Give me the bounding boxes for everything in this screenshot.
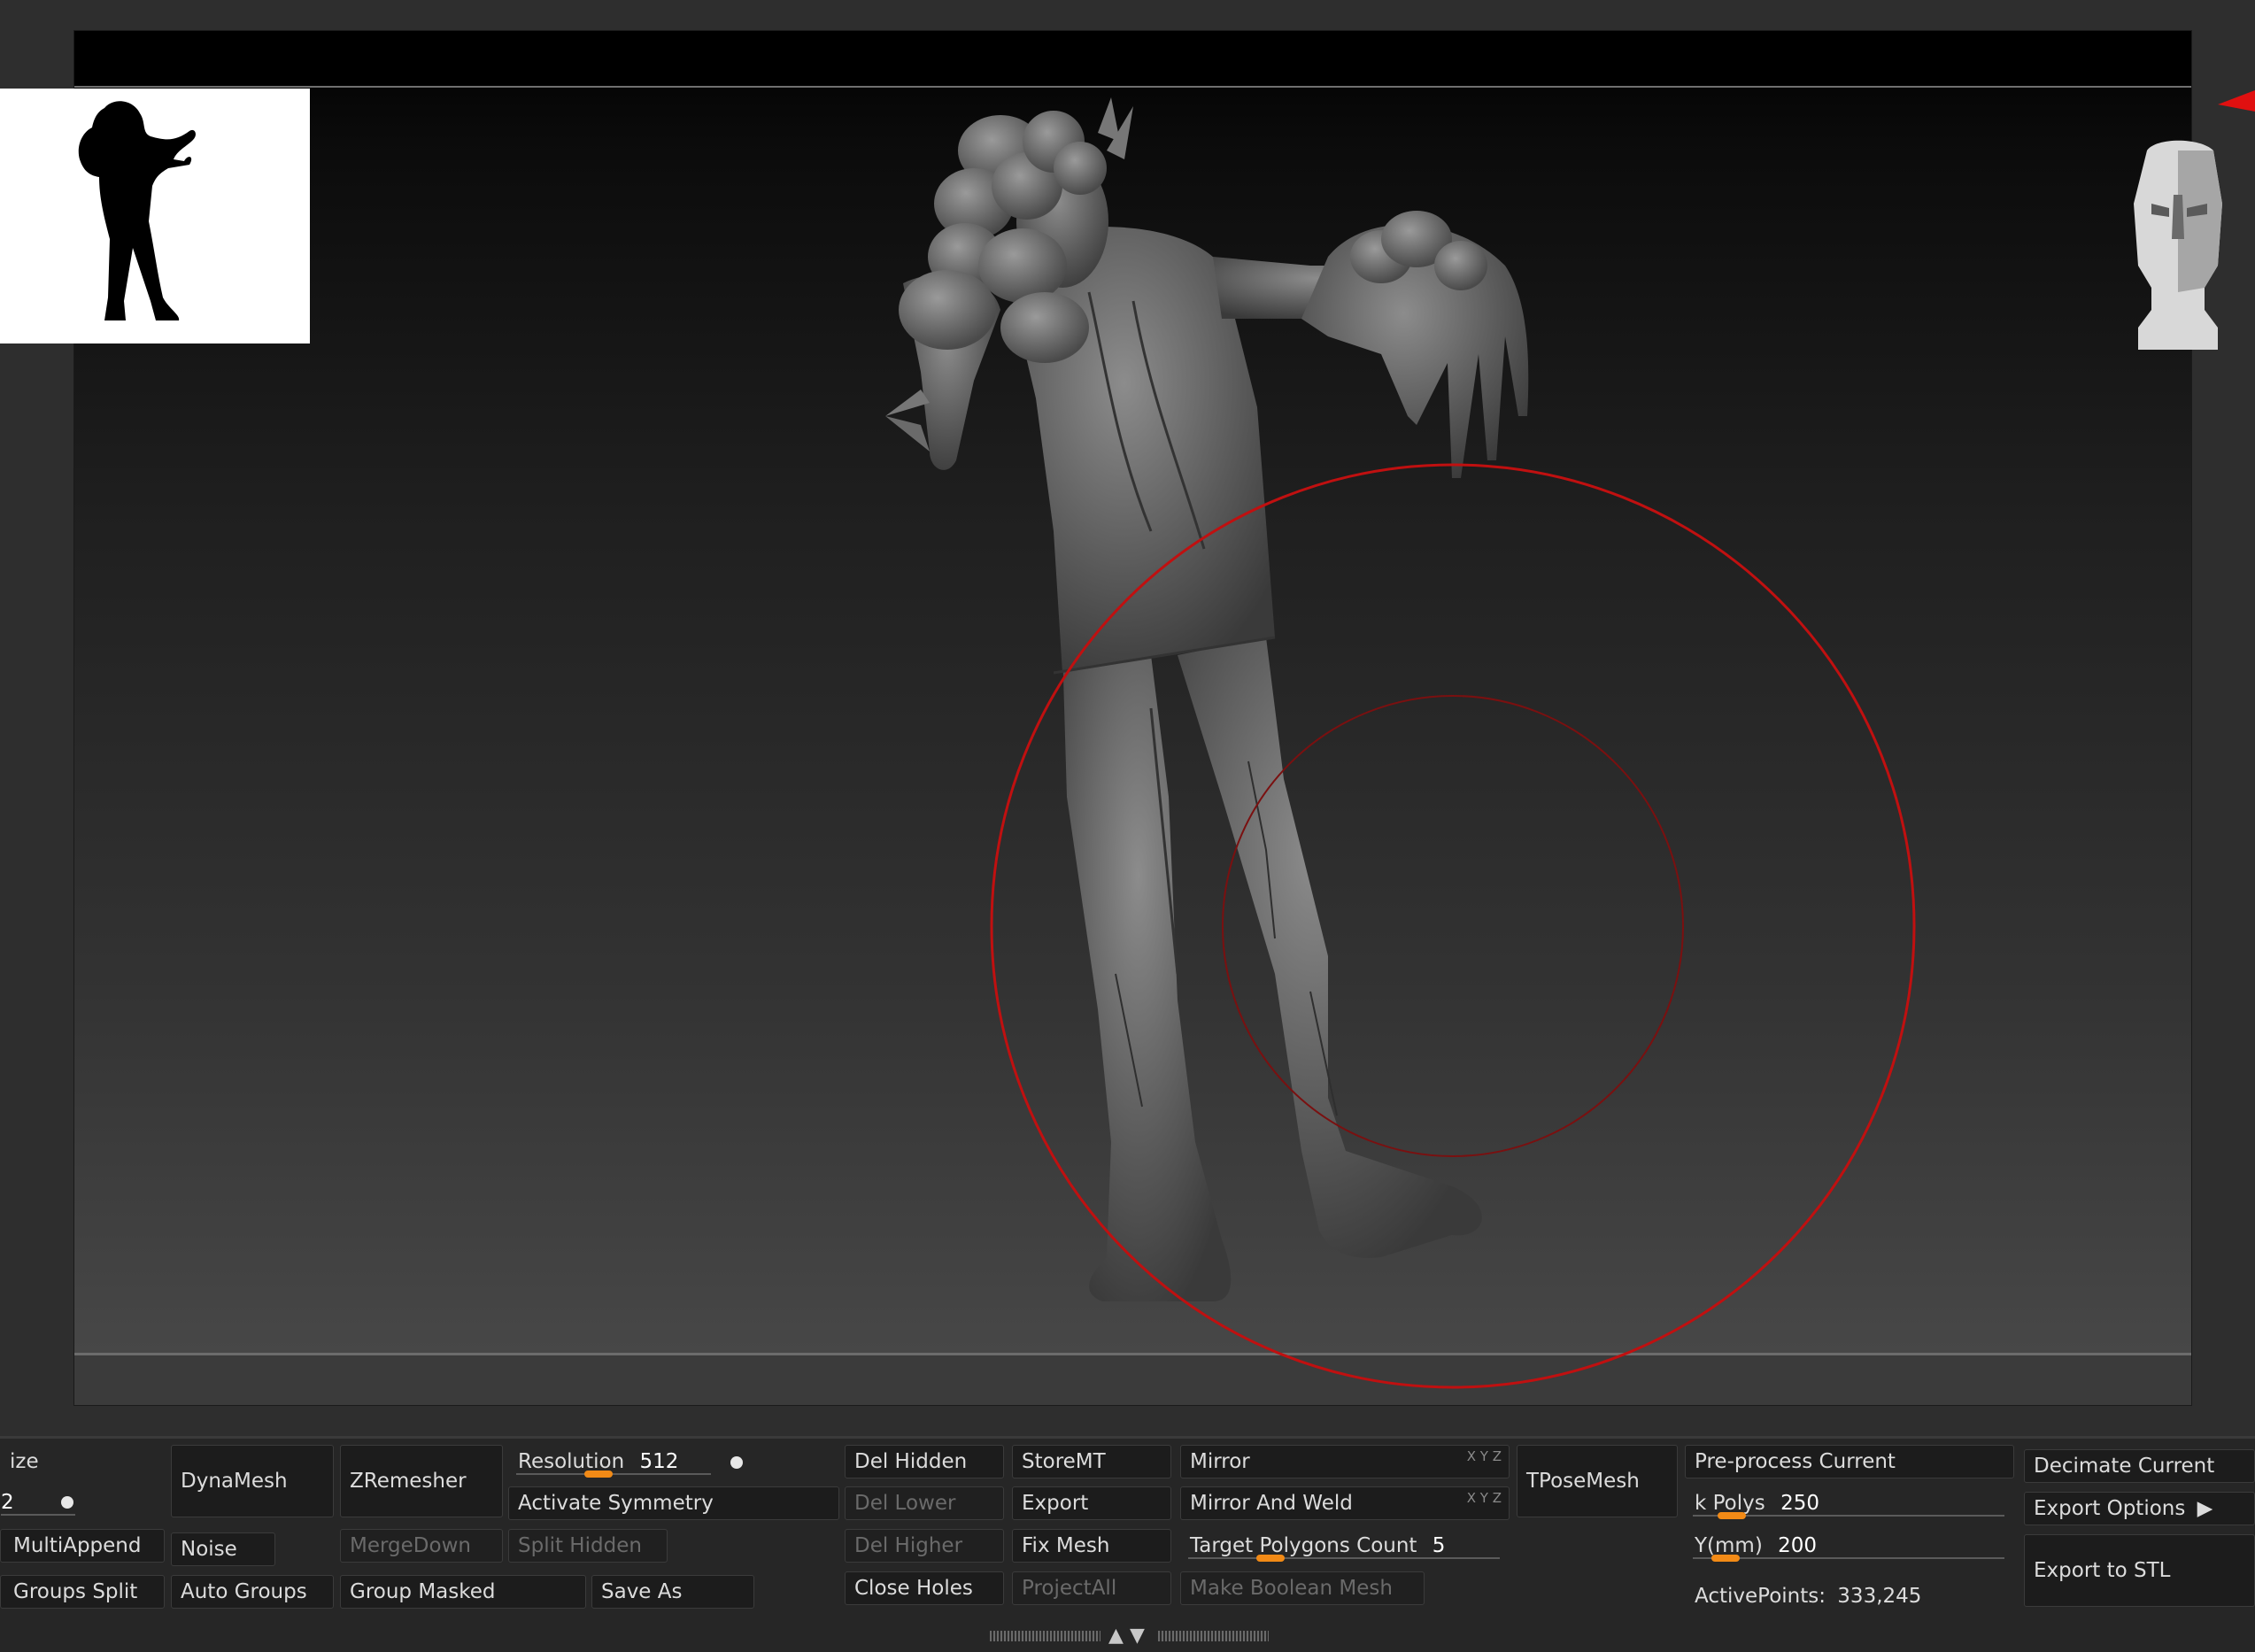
del-hidden-button[interactable]: Del Hidden xyxy=(845,1445,1004,1478)
activate-symmetry-label: Activate Symmetry xyxy=(518,1492,714,1515)
export-to-stl-button[interactable]: Export to STL xyxy=(2024,1534,2255,1607)
active-points-label: ActivePoints: xyxy=(1695,1585,1826,1608)
zombie-model[interactable] xyxy=(885,97,1529,1301)
tposemesh-button[interactable]: TPoseMesh xyxy=(1517,1445,1678,1517)
tray-up-arrow-icon[interactable]: ▲ xyxy=(1108,1626,1124,1646)
resolution-value: 512 xyxy=(639,1450,679,1473)
fix-mesh-label: Fix Mesh xyxy=(1022,1534,1110,1557)
export-options-label: Export Options xyxy=(2034,1497,2186,1520)
mergedown-label: MergeDown xyxy=(350,1534,471,1557)
save-as-button[interactable]: Save As xyxy=(591,1575,754,1609)
activate-symmetry-button[interactable]: Activate Symmetry xyxy=(508,1486,839,1520)
close-holes-button[interactable]: Close Holes xyxy=(845,1571,1004,1605)
make-boolean-mesh-button[interactable]: Make Boolean Mesh xyxy=(1180,1571,1425,1605)
multiappend-button[interactable]: MultiAppend xyxy=(0,1529,165,1563)
tray-scroll-handle[interactable]: ▲ ▼ xyxy=(990,1626,1273,1646)
target-polygons-slider[interactable]: Target Polygons Count 5 xyxy=(1180,1529,1510,1563)
close-holes-label: Close Holes xyxy=(854,1577,973,1600)
storemt-button[interactable]: StoreMT xyxy=(1012,1445,1171,1478)
mirror-button[interactable]: Mirror X Y Z xyxy=(1180,1445,1510,1478)
axis-pointer-icon xyxy=(2218,90,2255,112)
decimate-current-label: Decimate Current xyxy=(2034,1455,2215,1478)
ymm-knob[interactable] xyxy=(1711,1555,1740,1562)
resolution-slider[interactable]: Resolution 512 xyxy=(508,1445,756,1478)
resolution-dot[interactable] xyxy=(730,1456,743,1469)
tposemesh-label: TPoseMesh xyxy=(1526,1470,1640,1493)
active-points-readout: ActivePoints: 333,245 xyxy=(1685,1579,2014,1613)
del-lower-label: Del Lower xyxy=(854,1492,956,1515)
size-value-slider[interactable]: 2 xyxy=(0,1486,165,1519)
mirror-axis-icon[interactable]: X Y Z xyxy=(1467,1446,1502,1467)
export-options-button[interactable]: Export Options ▶ xyxy=(2024,1492,2255,1525)
size-slider-track xyxy=(1,1514,75,1516)
zremesher-label: ZRemesher xyxy=(350,1470,467,1493)
storemt-label: StoreMT xyxy=(1022,1450,1106,1473)
make-boolean-mesh-label: Make Boolean Mesh xyxy=(1190,1577,1393,1600)
del-hidden-label: Del Hidden xyxy=(854,1450,968,1473)
del-lower-button[interactable]: Del Lower xyxy=(845,1486,1004,1520)
del-higher-button[interactable]: Del Higher xyxy=(845,1529,1004,1563)
mirror-label: Mirror xyxy=(1190,1450,1250,1473)
resolution-slider-knob[interactable] xyxy=(584,1471,613,1478)
tray-down-arrow-icon[interactable]: ▼ xyxy=(1130,1626,1145,1646)
ymm-value: 200 xyxy=(1778,1534,1818,1557)
size-slider[interactable]: ize xyxy=(0,1445,165,1478)
resolution-slider-track xyxy=(516,1473,711,1475)
size-value: 2 xyxy=(1,1491,14,1514)
auto-groups-label: Auto Groups xyxy=(181,1580,307,1603)
target-polygons-value: 5 xyxy=(1432,1534,1446,1557)
del-higher-label: Del Higher xyxy=(854,1534,963,1557)
fix-mesh-button[interactable]: Fix Mesh xyxy=(1012,1529,1171,1563)
split-hidden-button[interactable]: Split Hidden xyxy=(508,1529,668,1563)
mergedown-button[interactable]: MergeDown xyxy=(340,1529,503,1563)
groups-split-button[interactable]: Groups Split xyxy=(0,1575,165,1609)
multiappend-label: MultiAppend xyxy=(13,1534,142,1557)
target-polygons-label: Target Polygons Count xyxy=(1190,1534,1417,1557)
group-masked-button[interactable]: Group Masked xyxy=(340,1575,586,1609)
export-label: Export xyxy=(1022,1492,1089,1515)
mirror-and-weld-button[interactable]: Mirror And Weld X Y Z xyxy=(1180,1486,1510,1520)
export-button[interactable]: Export xyxy=(1012,1486,1171,1520)
kpolys-value: 250 xyxy=(1780,1492,1819,1515)
size-label: ize xyxy=(10,1450,39,1473)
auto-groups-button[interactable]: Auto Groups xyxy=(171,1575,334,1609)
dynamesh-label: DynaMesh xyxy=(181,1470,288,1493)
tray-grip-right xyxy=(1158,1631,1269,1641)
mirror-and-weld-label: Mirror And Weld xyxy=(1190,1492,1353,1515)
zremesher-button[interactable]: ZRemesher xyxy=(340,1445,503,1517)
noise-button[interactable]: Noise xyxy=(171,1532,275,1566)
ymm-slider[interactable]: Y(mm) 200 xyxy=(1685,1529,2014,1563)
export-to-stl-label: Export to STL xyxy=(2034,1559,2171,1582)
kpolys-slider[interactable]: k Polys 250 xyxy=(1685,1486,2014,1520)
play-arrow-icon: ▶ xyxy=(2197,1497,2213,1520)
preprocess-current-label: Pre-process Current xyxy=(1695,1450,1896,1473)
save-as-label: Save As xyxy=(601,1580,683,1603)
dynamesh-button[interactable]: DynaMesh xyxy=(171,1445,334,1517)
active-points-value: 333,245 xyxy=(1837,1585,1922,1608)
groups-split-label: Groups Split xyxy=(13,1580,138,1603)
target-polygons-knob[interactable] xyxy=(1256,1555,1285,1562)
navigation-head-icon[interactable] xyxy=(2129,133,2227,354)
projectall-button[interactable]: ProjectAll xyxy=(1012,1571,1171,1605)
tray-grip-left xyxy=(990,1631,1100,1641)
noise-label: Noise xyxy=(181,1538,237,1561)
mirror-weld-axis-icon[interactable]: X Y Z xyxy=(1467,1487,1502,1509)
split-hidden-label: Split Hidden xyxy=(518,1534,642,1557)
preprocess-current-button[interactable]: Pre-process Current xyxy=(1685,1445,2014,1478)
kpolys-knob[interactable] xyxy=(1718,1512,1746,1519)
size-slider-dot[interactable] xyxy=(61,1496,73,1509)
projectall-label: ProjectAll xyxy=(1022,1577,1117,1600)
target-polygons-track xyxy=(1188,1557,1500,1559)
decimate-current-button[interactable]: Decimate Current xyxy=(2024,1449,2255,1483)
viewport-scene[interactable] xyxy=(0,0,2255,1404)
group-masked-label: Group Masked xyxy=(350,1580,496,1603)
